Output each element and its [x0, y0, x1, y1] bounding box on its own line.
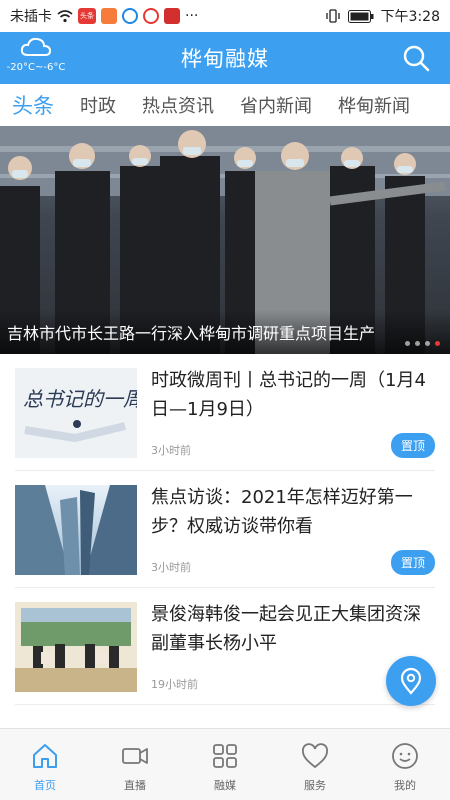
pinned-badge: 置顶 — [391, 433, 435, 458]
thumbnail-text: 总书记的一周 — [23, 387, 137, 411]
nav-label: 首页 — [34, 779, 56, 792]
tab-huadian-news[interactable]: 桦甸新闻 — [325, 92, 423, 118]
news-thumbnail — [15, 602, 137, 692]
orange-app-icon — [101, 8, 117, 24]
news-time: 3小时前 — [151, 444, 191, 457]
banner-caption[interactable]: 吉林市代市长王路一行深入桦甸市调研重点项目生产 — [7, 320, 437, 344]
tab-provincial-news[interactable]: 省内新闻 — [227, 92, 325, 118]
grid-apps-icon — [213, 744, 237, 768]
more-notifications-icon: ··· — [185, 8, 199, 24]
banner-carousel[interactable]: 吉林市代市长王路一行深入桦甸市调研重点项目生产 — [0, 126, 450, 354]
search-icon[interactable] — [402, 44, 430, 72]
app-header: -20°C~-6°C 桦甸融媒 — [0, 32, 450, 84]
cloud-icon — [20, 37, 52, 56]
news-title[interactable]: 时政微周刊丨总书记的一周（1月4日—1月9日） — [151, 366, 435, 424]
location-pin-icon — [400, 667, 422, 695]
nav-live[interactable]: 直播 — [90, 729, 180, 800]
status-bar: 未插卡 头条 ··· 下午3:28 — [0, 0, 450, 32]
tab-hot-news[interactable]: 热点资讯 — [129, 92, 227, 118]
news-app-icon — [164, 8, 180, 24]
news-list: 总书记的一周 时政微周刊丨总书记的一周（1月4日—1月9日） 3小时前 置顶 焦… — [0, 354, 450, 705]
nav-label: 融媒 — [214, 779, 236, 792]
news-title[interactable]: 景俊海韩俊一起会见正大集团资深副董事长杨小平 — [151, 600, 435, 658]
tab-politics[interactable]: 时政 — [67, 92, 129, 118]
smile-face-icon — [392, 743, 418, 769]
home-icon — [33, 744, 57, 768]
news-thumbnail: 总书记的一周 — [15, 368, 137, 458]
video-camera-icon — [122, 748, 148, 764]
weather-temperature: -20°C~-6°C — [6, 62, 66, 73]
nav-label: 我的 — [394, 779, 416, 792]
nav-service[interactable]: 服务 — [270, 729, 360, 800]
nav-label: 服务 — [304, 779, 326, 792]
toutiao-app-icon: 头条 — [78, 8, 96, 24]
news-thumbnail — [15, 485, 137, 575]
list-item[interactable]: 焦点访谈：2021年怎样迈好第一步？权威访谈带你看 3小时前 置顶 — [15, 471, 435, 588]
weibo-app-icon — [143, 8, 159, 24]
carousel-dot[interactable] — [415, 341, 420, 346]
category-tabs: 头条 时政 热点资讯 省内新闻 桦甸新闻 — [0, 84, 450, 126]
browser-app-icon — [122, 8, 138, 24]
carrier-text: 未插卡 — [10, 9, 52, 25]
nav-profile[interactable]: 我的 — [360, 729, 450, 800]
wifi-icon — [57, 10, 73, 23]
location-float-button[interactable] — [386, 656, 436, 706]
bottom-nav: 首页 直播 融媒 服务 我的 — [0, 728, 450, 800]
battery-icon — [347, 9, 374, 23]
nav-home[interactable]: 首页 — [0, 729, 90, 800]
clock-text: 下午3:28 — [380, 9, 440, 25]
news-time: 19小时前 — [151, 678, 198, 691]
tab-headlines[interactable]: 头条 — [0, 90, 67, 120]
vibrate-icon — [325, 9, 340, 23]
carousel-dot[interactable] — [425, 341, 430, 346]
news-title[interactable]: 焦点访谈：2021年怎样迈好第一步？权威访谈带你看 — [151, 483, 435, 541]
carousel-dot-active[interactable] — [435, 341, 440, 346]
list-item[interactable]: 总书记的一周 时政微周刊丨总书记的一周（1月4日—1月9日） 3小时前 置顶 — [15, 354, 435, 471]
carousel-dot[interactable] — [405, 341, 410, 346]
pinned-badge: 置顶 — [391, 550, 435, 575]
carousel-indicator — [405, 341, 440, 346]
heart-icon — [302, 743, 328, 769]
app-title: 桦甸融媒 — [181, 47, 269, 71]
news-time: 3小时前 — [151, 561, 191, 574]
list-item[interactable]: 景俊海韩俊一起会见正大集团资深副董事长杨小平 19小时前 — [15, 588, 435, 705]
nav-label: 直播 — [124, 779, 146, 792]
nav-media[interactable]: 融媒 — [180, 729, 270, 800]
weather-widget[interactable]: -20°C~-6°C — [6, 36, 66, 73]
